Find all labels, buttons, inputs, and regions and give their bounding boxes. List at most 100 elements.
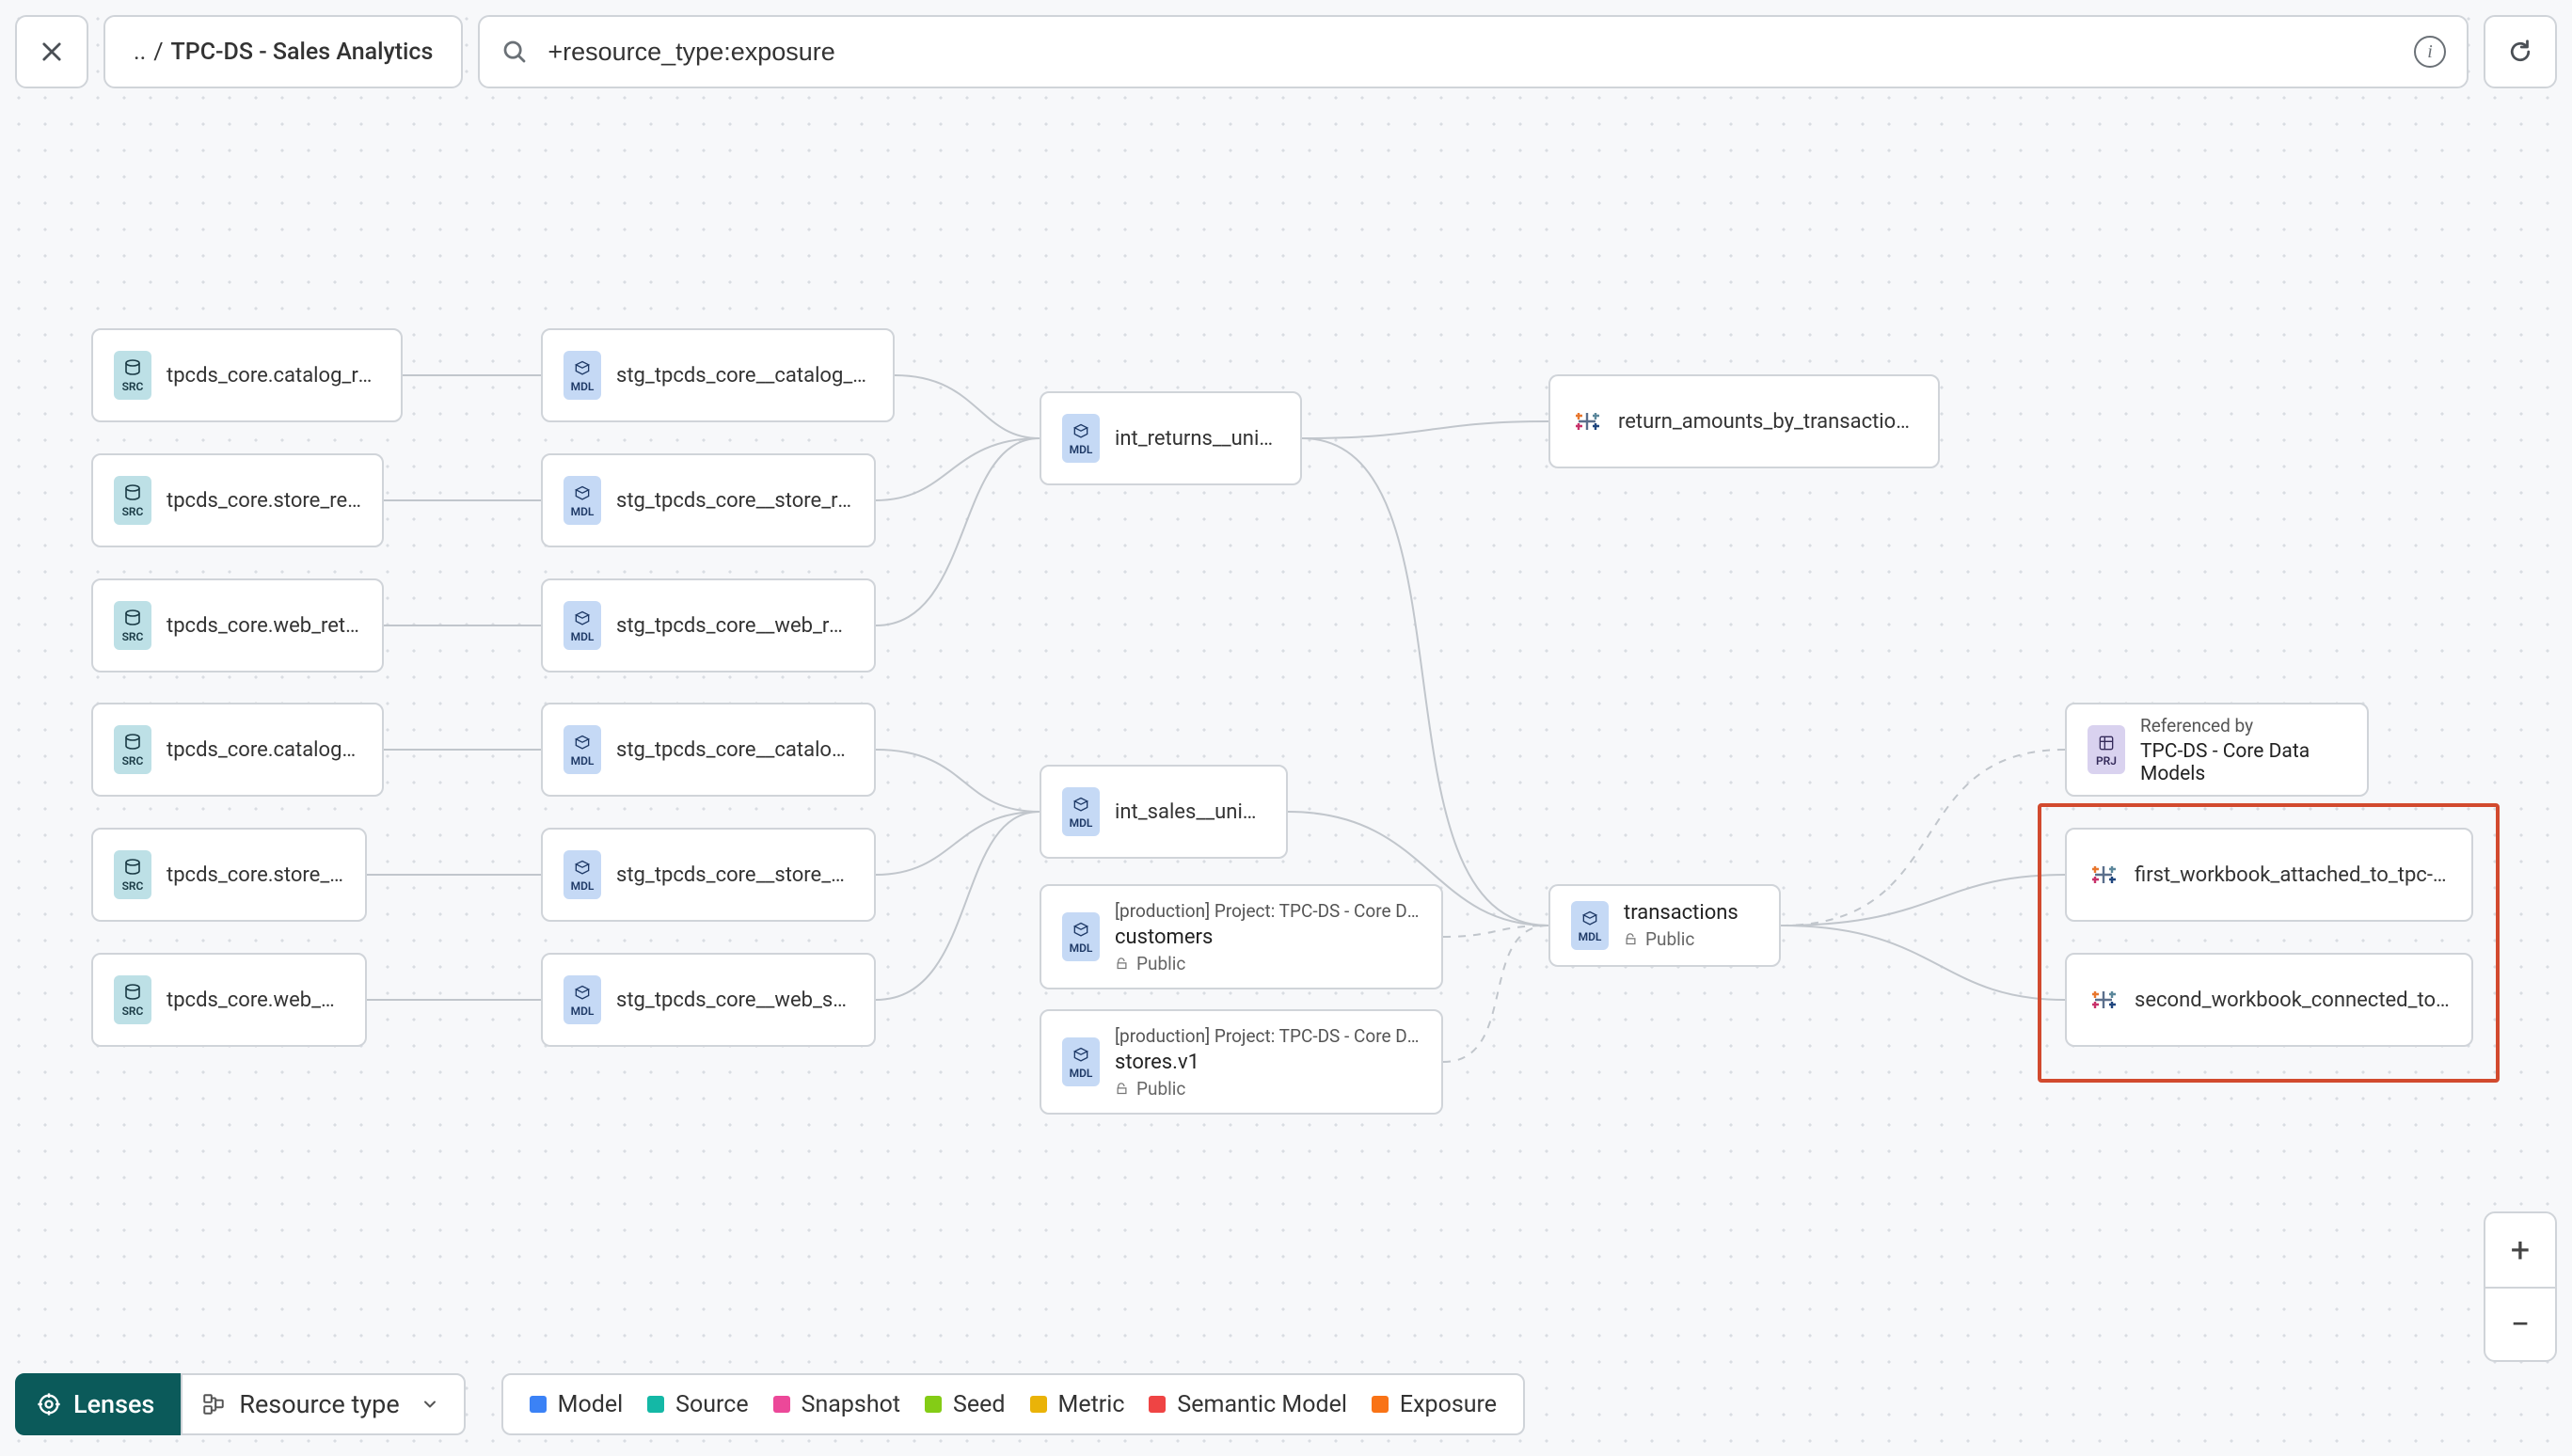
node-eyebrow: [production] Project: TPC-DS - Core Data…	[1115, 900, 1421, 922]
legend-label: Seed	[953, 1391, 1005, 1418]
resource-type-label: Resource type	[239, 1389, 399, 1419]
node-model[interactable]: MDL stg_tpcds_core__web_sales	[541, 953, 876, 1047]
node-model[interactable]: MDL stg_tpcds_core__web_returns	[541, 578, 876, 673]
resource-type-dropdown[interactable]: Resource type	[181, 1373, 465, 1435]
lenses-button[interactable]: Lenses	[15, 1373, 181, 1435]
unlock-icon	[1115, 1082, 1129, 1096]
node-source[interactable]: SRC tpcds_core.web_sales	[91, 953, 367, 1047]
search-icon	[500, 38, 529, 66]
mdl-badge: MDL	[564, 351, 601, 400]
src-badge: SRC	[114, 601, 151, 650]
zoom-in-button[interactable]: +	[2485, 1213, 2555, 1287]
breadcrumb[interactable]: .. / TPC-DS - Sales Analytics	[103, 15, 463, 88]
node-label: tpcds_core.web_returns	[167, 614, 361, 638]
node-model[interactable]: MDL stg_tpcds_core__store_returns	[541, 453, 876, 547]
node-label: tpcds_core.catalog_sales	[167, 738, 361, 762]
node-label: second_workbook_connected_to_live…	[2135, 989, 2451, 1012]
node-model-int-sales[interactable]: MDL int_sales__unioned	[1040, 765, 1288, 859]
node-source[interactable]: SRC tpcds_core.catalog_returns	[91, 328, 403, 422]
node-title: customers	[1115, 926, 1421, 949]
resource-type-icon	[201, 1392, 226, 1416]
tableau-icon	[2088, 859, 2120, 891]
legend-swatch	[647, 1396, 664, 1413]
node-label: tpcds_core.catalog_returns	[167, 364, 380, 388]
search-bar[interactable]: i	[478, 15, 2469, 88]
node-label: int_sales__unioned	[1115, 800, 1265, 824]
mdl-badge: MDL	[1062, 414, 1100, 463]
node-referenced-by[interactable]: PRJ Referenced by TPC-DS - Core Data Mod…	[2065, 703, 2369, 797]
node-ext-stores[interactable]: MDL [production] Project: TPC-DS - Core …	[1040, 1009, 1443, 1115]
node-label: first_workbook_attached_to_tpc-ds_-_…	[2135, 863, 2451, 887]
mdl-badge: MDL	[1062, 1037, 1100, 1086]
legend-label: Source	[675, 1391, 748, 1418]
mdl-badge: MDL	[1062, 912, 1100, 961]
node-source[interactable]: SRC tpcds_core.web_returns	[91, 578, 384, 673]
node-source[interactable]: SRC tpcds_core.catalog_sales	[91, 703, 384, 797]
mdl-badge: MDL	[564, 601, 601, 650]
mdl-badge: MDL	[564, 850, 601, 899]
refresh-icon	[2506, 38, 2534, 66]
zoom-controls: + −	[2484, 1211, 2557, 1362]
tableau-icon	[1571, 405, 1603, 437]
legend-item: Source	[647, 1391, 748, 1418]
node-model[interactable]: MDL stg_tpcds_core__catalog_sales	[541, 703, 876, 797]
unlock-icon	[1115, 957, 1129, 971]
node-exposure-return-amounts[interactable]: return_amounts_by_transaction_type	[1548, 374, 1940, 468]
node-model[interactable]: MDL stg_tpcds_core__catalog_returns	[541, 328, 895, 422]
node-title: stores.v1	[1115, 1051, 1421, 1074]
legend-item: Exposure	[1372, 1391, 1497, 1418]
legend-swatch	[1372, 1396, 1389, 1413]
zoom-out-button[interactable]: −	[2485, 1287, 2555, 1360]
node-ext-customers[interactable]: MDL [production] Project: TPC-DS - Core …	[1040, 884, 1443, 989]
node-label: stg_tpcds_core__web_sales	[616, 989, 853, 1012]
close-icon	[39, 39, 65, 65]
mdl-badge: MDL	[1571, 901, 1609, 950]
node-model-int-returns[interactable]: MDL int_returns__unioned	[1040, 391, 1302, 485]
node-label: return_amounts_by_transaction_type	[1618, 410, 1917, 434]
node-exposure-wb2[interactable]: second_workbook_connected_to_live…	[2065, 953, 2473, 1047]
referenced-project: TPC-DS - Core Data Models	[2140, 740, 2346, 785]
src-badge: SRC	[114, 850, 151, 899]
legend-label: Semantic Model	[1177, 1391, 1347, 1418]
legend-swatch	[1030, 1396, 1047, 1413]
close-button[interactable]	[15, 15, 88, 88]
breadcrumb-prefix: ..	[134, 39, 146, 66]
mdl-badge: MDL	[564, 725, 601, 774]
node-source[interactable]: SRC tpcds_core.store_sales	[91, 828, 367, 922]
chevron-down-icon	[421, 1395, 439, 1414]
node-label: tpcds_core.web_sales	[167, 989, 344, 1012]
legend-swatch	[530, 1396, 547, 1413]
src-badge: SRC	[114, 351, 151, 400]
node-access: Public	[1115, 1078, 1421, 1100]
legend-label: Model	[558, 1391, 624, 1418]
prj-badge: PRJ	[2088, 725, 2125, 774]
legend-swatch	[1149, 1396, 1166, 1413]
node-source[interactable]: SRC tpcds_core.store_returns	[91, 453, 384, 547]
lens-icon	[36, 1391, 62, 1417]
node-access: Public	[1115, 953, 1421, 974]
referenced-label: Referenced by	[2140, 715, 2346, 736]
node-model[interactable]: MDL stg_tpcds_core__store_sales	[541, 828, 876, 922]
src-badge: SRC	[114, 476, 151, 525]
breadcrumb-current: TPC-DS - Sales Analytics	[171, 39, 434, 66]
node-label: stg_tpcds_core__catalog_sales	[616, 738, 853, 762]
mdl-badge: MDL	[564, 476, 601, 525]
legend-item: Seed	[925, 1391, 1005, 1418]
node-transactions[interactable]: MDL transactions Public	[1548, 884, 1781, 967]
src-badge: SRC	[114, 975, 151, 1024]
node-exposure-wb1[interactable]: first_workbook_attached_to_tpc-ds_-_…	[2065, 828, 2473, 922]
node-label: tpcds_core.store_sales	[167, 863, 344, 887]
search-input[interactable]	[546, 37, 2397, 68]
tableau-icon	[2088, 984, 2120, 1016]
refresh-button[interactable]	[2484, 15, 2557, 88]
src-badge: SRC	[114, 725, 151, 774]
mdl-badge: MDL	[564, 975, 601, 1024]
legend-item: Model	[530, 1391, 624, 1418]
node-access: Public	[1624, 928, 1738, 950]
mdl-badge: MDL	[1062, 787, 1100, 836]
info-icon[interactable]: i	[2414, 36, 2446, 68]
node-label: int_returns__unioned	[1115, 427, 1279, 451]
legend-label: Exposure	[1400, 1391, 1497, 1418]
legend-label: Snapshot	[802, 1391, 900, 1418]
legend-item: Semantic Model	[1149, 1391, 1347, 1418]
